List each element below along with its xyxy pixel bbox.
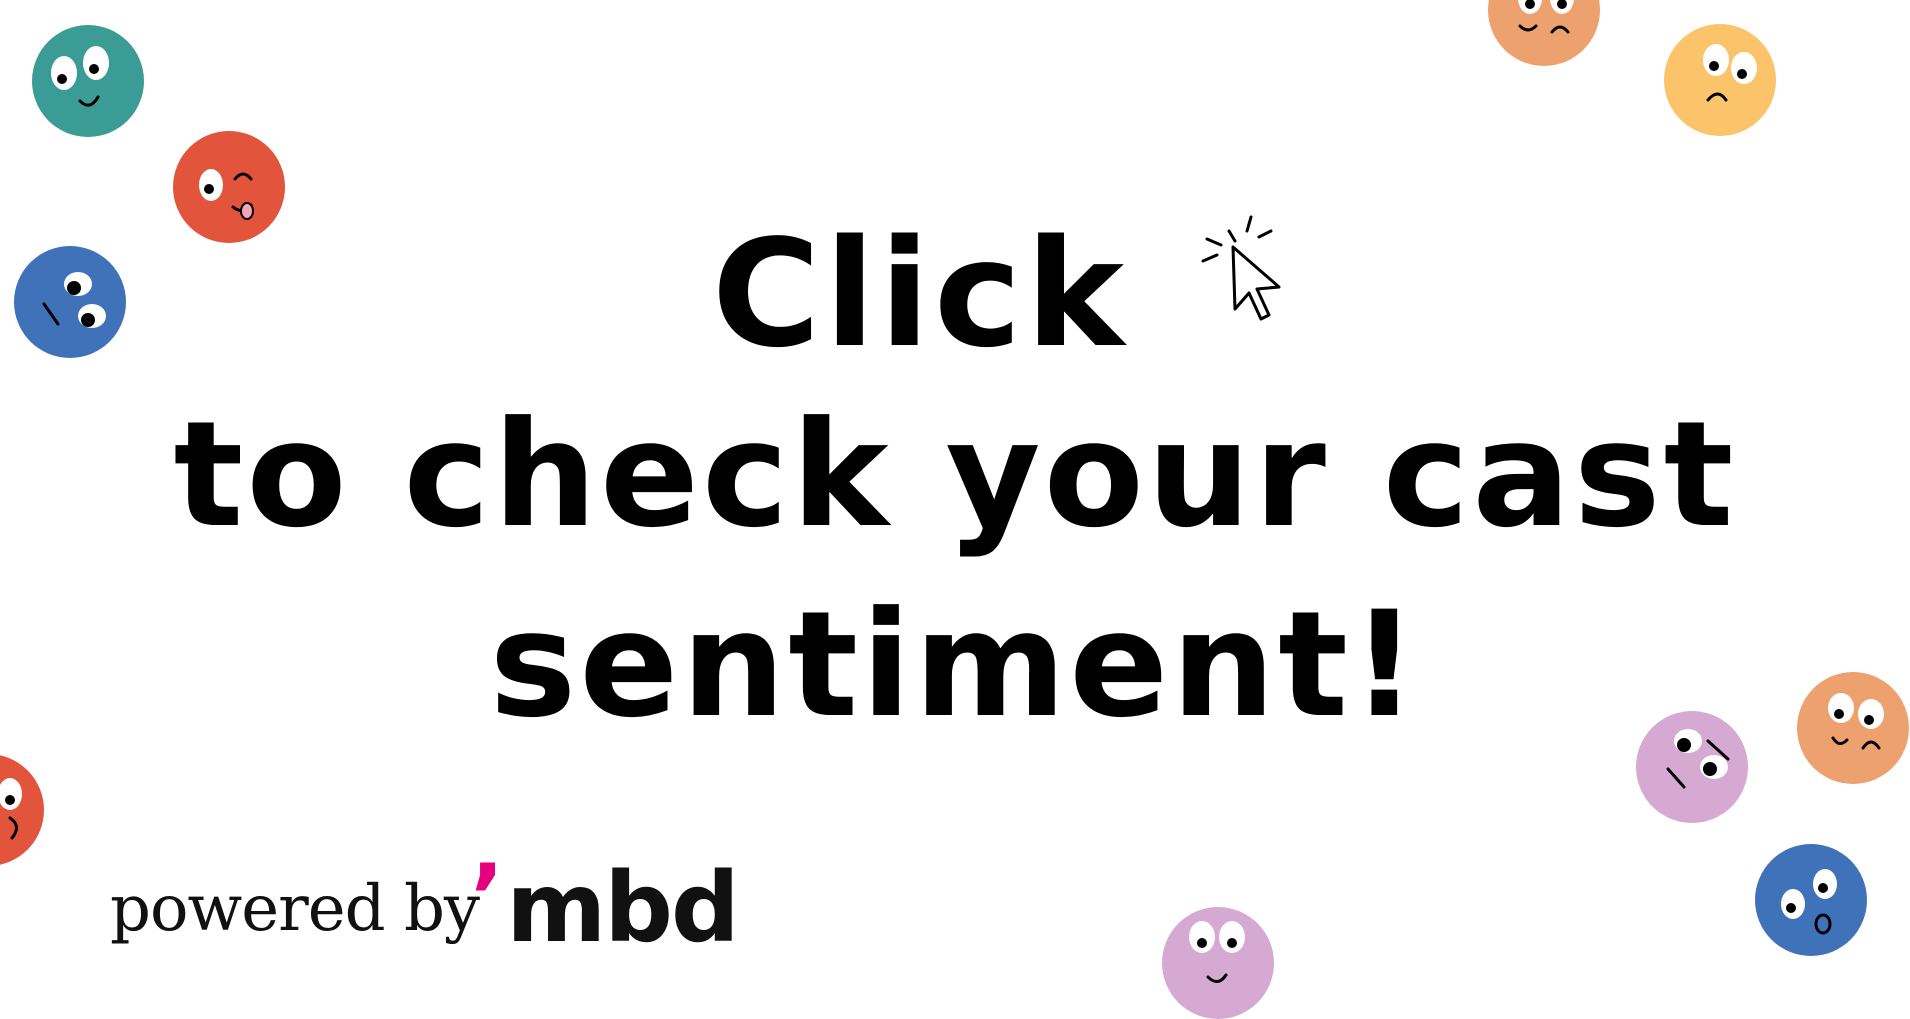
orange-worried-emoji-icon — [1488, 0, 1600, 66]
cursor-click-icon — [1195, 205, 1305, 335]
headline-line-3: sentiment! — [489, 580, 1421, 750]
headline: Click to check your cast sentiment! — [0, 0, 1910, 1000]
headline-click: Click — [711, 208, 1129, 380]
mbd-logo[interactable]: ’ mbd — [470, 845, 740, 964]
lilac-smile-emoji-icon — [1162, 907, 1274, 1019]
orange-sad-emoji-icon — [1797, 672, 1909, 784]
red-cutoff-emoji-icon — [0, 754, 44, 866]
teal-smile-emoji-icon — [32, 25, 144, 137]
lilac-bored-emoji-icon — [1636, 711, 1748, 823]
yellow-sad-emoji-icon — [1664, 24, 1776, 136]
red-wink-tongue-emoji-icon — [173, 131, 285, 243]
powered-by-text: powered by — [110, 872, 480, 946]
headline-line-2: to check your cast — [173, 390, 1737, 560]
logo-mark: ’ — [470, 845, 505, 950]
sentiment-banner[interactable]: Click to check your cast sentiment! powe… — [0, 0, 1910, 1019]
logo-wordmark: mbd — [506, 852, 739, 964]
blue-sleepy-emoji-icon — [14, 246, 126, 358]
blue-surprised-emoji-icon — [1755, 844, 1867, 956]
